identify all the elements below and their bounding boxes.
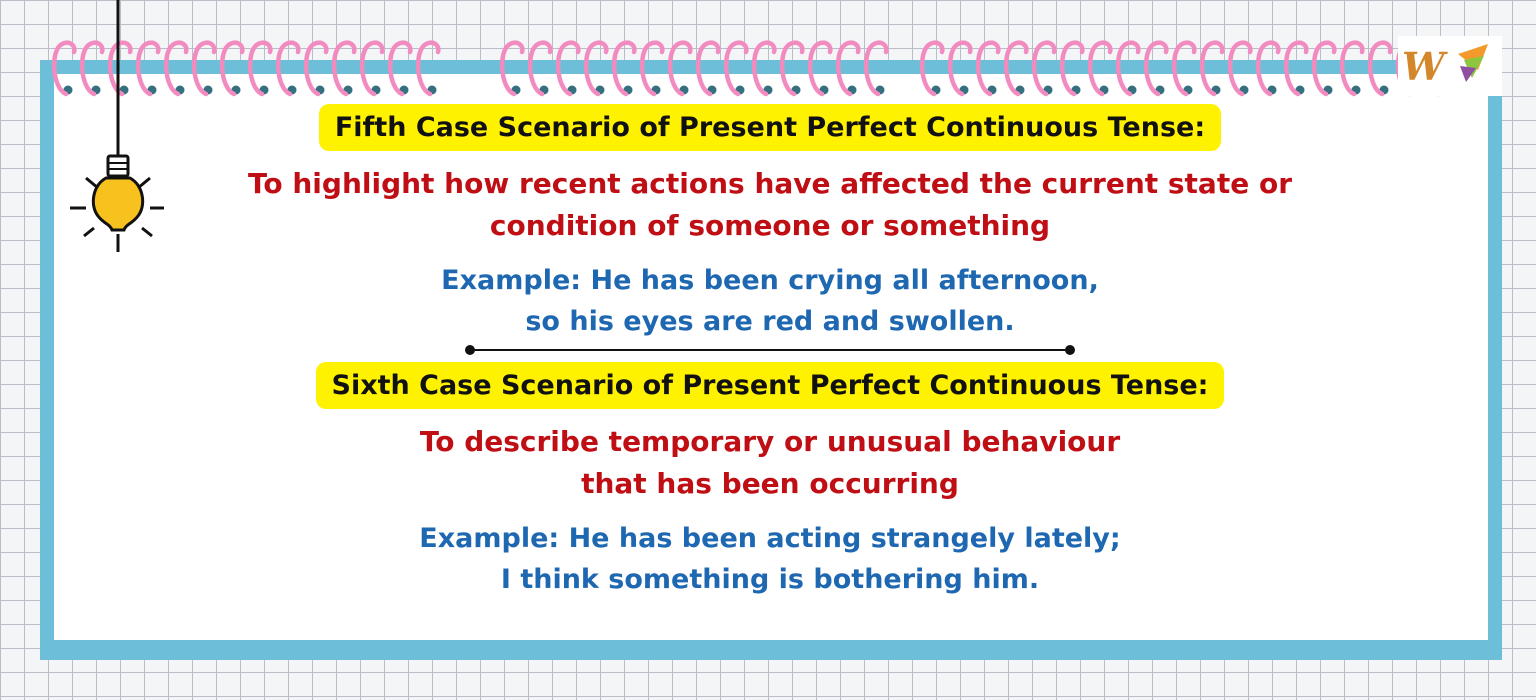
scenario-6-heading: Sixth Case Scenario of Present Perfect C… — [315, 362, 1225, 410]
section-divider — [465, 344, 1075, 356]
spiral-ring — [1311, 40, 1337, 97]
spiral-ring — [1031, 40, 1057, 97]
scenario-6-example-line: Example: He has been acting strangely la… — [419, 523, 1121, 554]
scenario-6-description-line: To describe temporary or unusual behavio… — [419, 425, 1121, 459]
spiral-ring — [863, 40, 889, 97]
spiral-ring — [415, 40, 441, 97]
scenario-5-heading: Fifth Case Scenario of Present Perfect C… — [318, 104, 1222, 152]
spiral-ring — [779, 40, 805, 97]
spiral-ring — [1003, 40, 1029, 97]
spiral-ring — [807, 40, 833, 97]
spiral-ring — [835, 40, 861, 97]
spiral-ring — [1087, 40, 1113, 97]
spiral-ring — [163, 40, 189, 97]
spiral-ring — [1115, 40, 1141, 97]
spiral-ring — [723, 40, 749, 97]
spiral-ring — [751, 40, 777, 97]
spiral-ring — [1199, 40, 1225, 97]
divider-dot-left — [465, 345, 475, 356]
spiral-ring — [975, 40, 1001, 97]
spiral-ring — [191, 40, 217, 97]
spiral-ring — [275, 40, 301, 97]
spiral-ring — [387, 40, 413, 97]
spiral-ring — [1227, 40, 1253, 97]
spiral-ring — [1143, 40, 1169, 97]
scenario-6-description-line: that has been occurring — [581, 466, 959, 500]
scenario-5-example: Example: He has been crying all afternoo… — [150, 260, 1390, 342]
spiral-ring — [1059, 40, 1085, 97]
spiral-ring — [695, 40, 721, 97]
scenario-5-example-line: so his eyes are red and swollen. — [525, 306, 1015, 337]
scenario-5-description-line: condition of someone or something — [489, 208, 1051, 242]
scenario-5-example-line: Example: He has been crying all afternoo… — [441, 264, 1099, 296]
spiral-ring — [667, 40, 693, 97]
spiral-ring — [611, 40, 637, 97]
scenario-6-example-line: I think something is bothering him. — [500, 564, 1040, 596]
spiral-ring — [1255, 40, 1281, 97]
content-area: Fifth Case Scenario of Present Perfect C… — [150, 104, 1390, 600]
spiral-binding — [51, 40, 1449, 97]
scenario-6-description: To describe temporary or unusual behavio… — [150, 421, 1390, 504]
spiral-ring — [303, 40, 329, 97]
spiral-ring — [499, 40, 525, 97]
spiral-ring — [247, 40, 273, 97]
scenario-6-example: Example: He has been acting strangely la… — [150, 518, 1390, 600]
spiral-ring — [1283, 40, 1309, 97]
spiral-ring — [1367, 40, 1393, 97]
spiral-ring — [331, 40, 357, 97]
spiral-ring — [555, 40, 581, 97]
spiral-ring — [1171, 40, 1197, 97]
divider-dot-right — [1065, 345, 1075, 356]
svg-text:W: W — [1402, 44, 1448, 89]
divider-line — [471, 349, 1069, 352]
spiral-ring — [219, 40, 245, 97]
scenario-5-description: To highlight how recent actions have aff… — [150, 163, 1390, 246]
w-logo-icon: W — [1398, 36, 1502, 96]
spiral-ring — [1339, 40, 1365, 97]
spiral-ring — [583, 40, 609, 97]
spiral-ring — [527, 40, 553, 97]
spiral-ring — [919, 40, 945, 97]
spiral-ring — [947, 40, 973, 97]
spiral-ring — [359, 40, 385, 97]
scenario-5-description-line: To highlight how recent actions have aff… — [248, 167, 1292, 201]
spiral-ring — [639, 40, 665, 97]
